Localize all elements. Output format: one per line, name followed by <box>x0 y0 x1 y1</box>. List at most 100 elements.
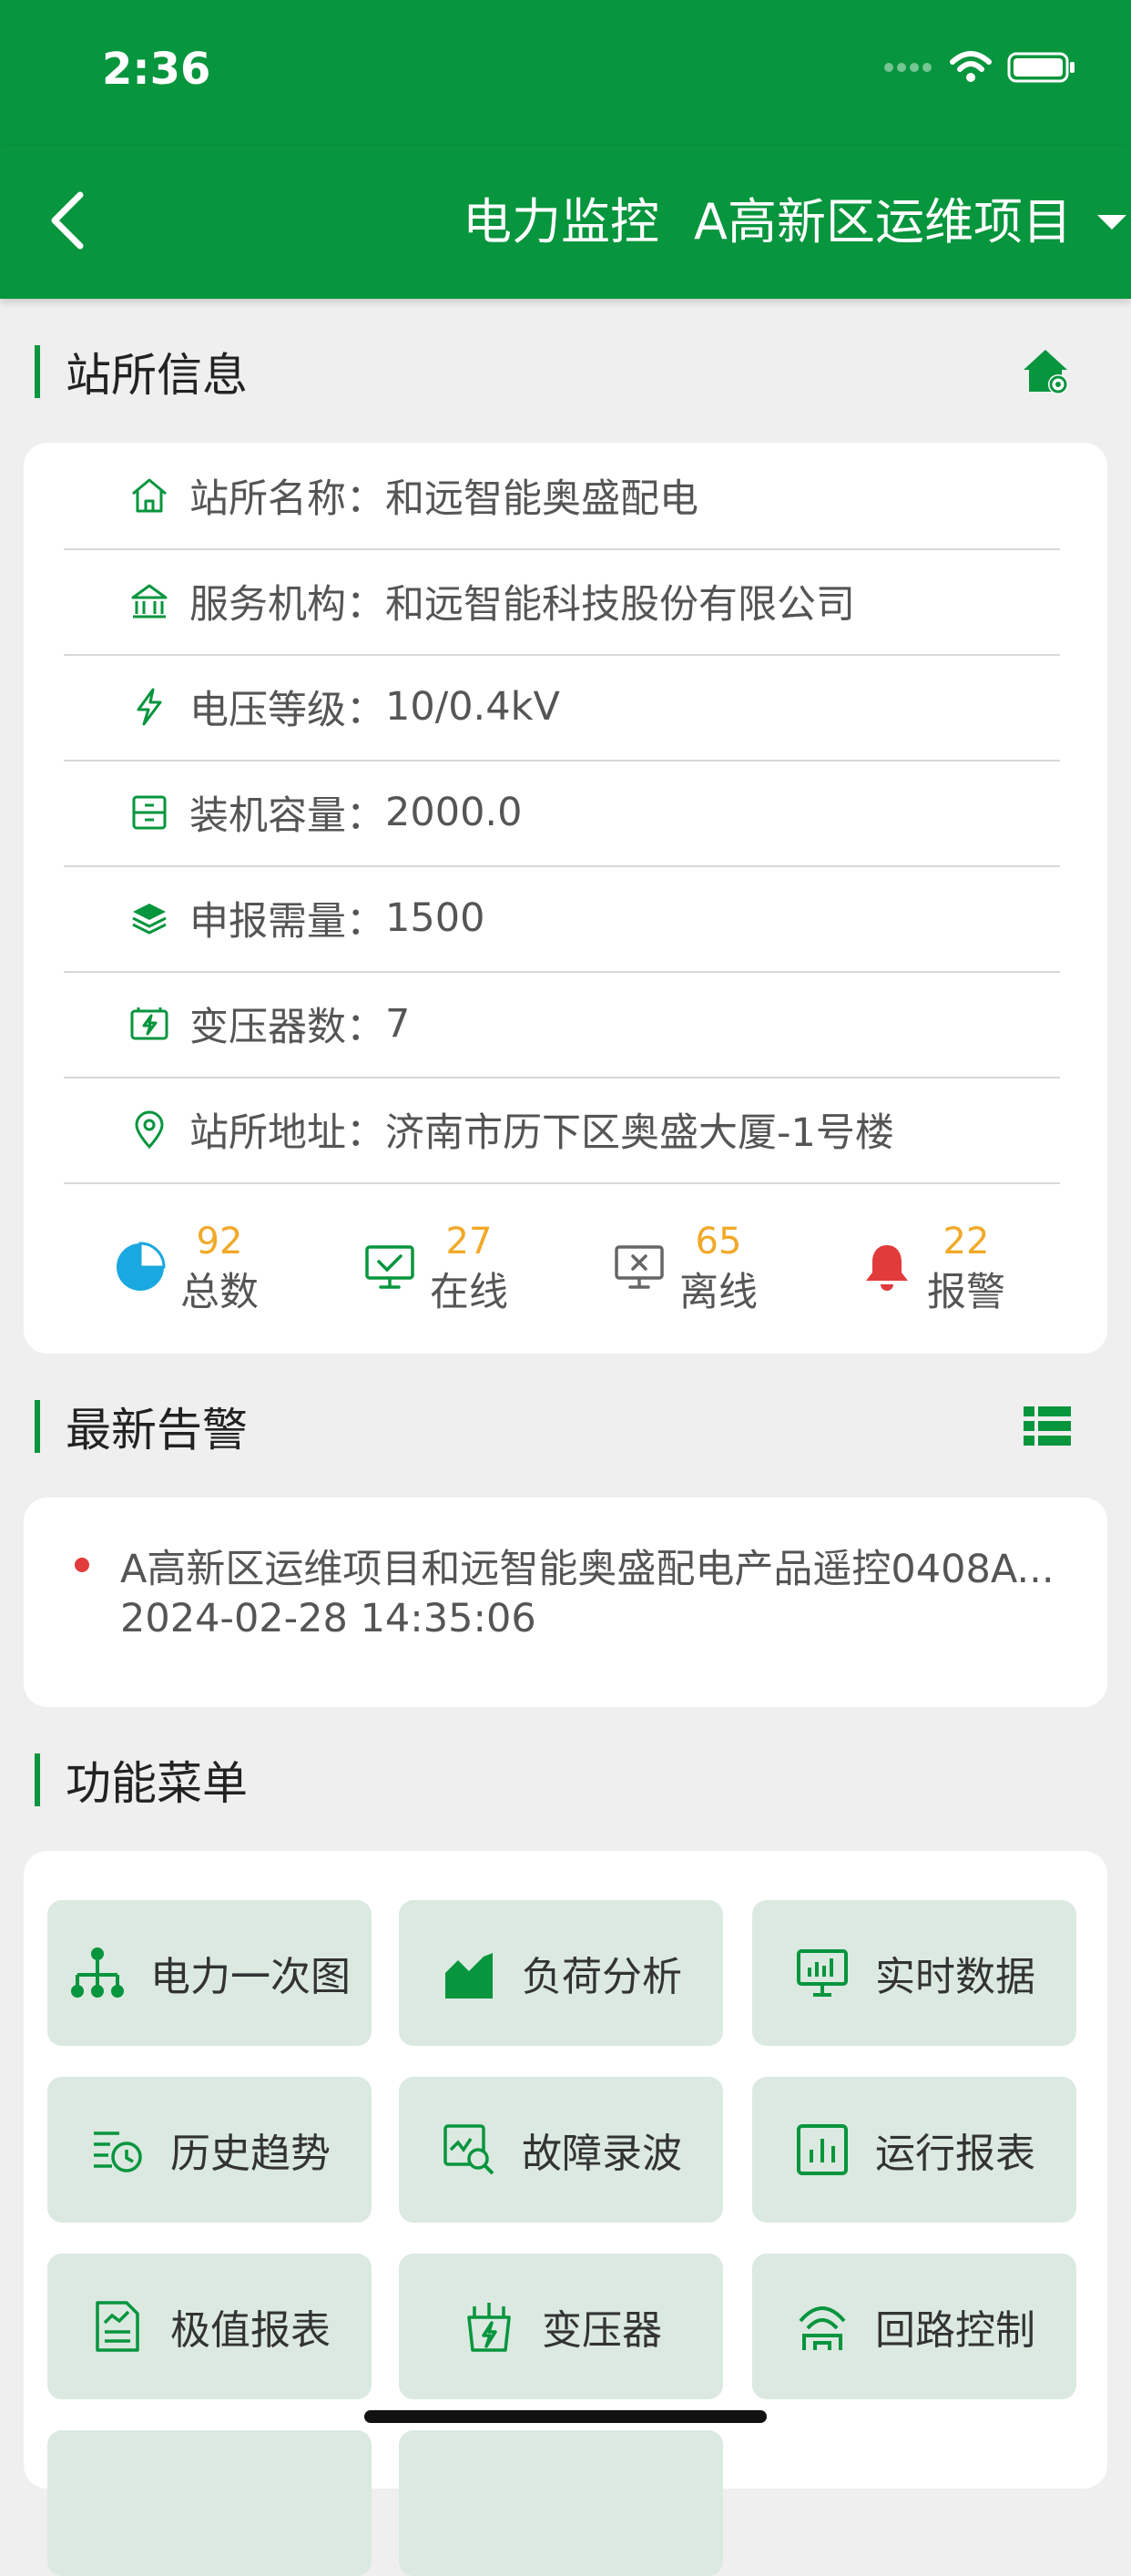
caret-down-icon <box>1096 215 1126 230</box>
section-accent-bar <box>35 1400 40 1453</box>
pie-icon <box>115 1242 166 1293</box>
stat-label: 离线 <box>679 1270 758 1315</box>
info-value: 济南市历下区奥盛大厦-1号楼 <box>385 1110 894 1156</box>
menu-single-line-diagram[interactable]: 电力一次图 <box>47 1900 372 2046</box>
battery-icon <box>127 1002 171 1046</box>
stat-value: 22 <box>942 1221 990 1262</box>
section-title: 最新告警 <box>66 1404 248 1457</box>
function-menu-card: 电力一次图 负荷分析 实时数据 历史趋势 故障录波 运行报表 极值报表 变压器 … <box>24 1851 1107 2576</box>
section-title: 站所信息 <box>66 349 248 402</box>
menu-label: 极值报表 <box>170 2307 331 2354</box>
section-accent-bar <box>35 1753 40 1806</box>
stat-total[interactable]: 92 总数 <box>115 1190 259 1344</box>
menu-section-header: 功能菜单 <box>35 1753 1096 1810</box>
info-label: 变压器数： <box>189 1005 385 1050</box>
house-icon <box>127 474 171 517</box>
stat-offline[interactable]: 65 离线 <box>614 1190 758 1344</box>
alarm-list-button[interactable] <box>1024 1399 1071 1454</box>
stat-value: 65 <box>695 1221 742 1262</box>
info-row-address: 站所地址： 济南市历下区奥盛大厦-1号楼 <box>64 1077 1060 1184</box>
stat-label: 报警 <box>927 1270 1005 1315</box>
hierarchy-icon <box>68 1944 127 2002</box>
menu-more-2[interactable] <box>399 2430 723 2576</box>
info-label: 装机容量： <box>189 793 385 839</box>
list-icon <box>1024 1406 1071 1446</box>
section-accent-bar <box>35 345 40 398</box>
menu-label: 故障录波 <box>522 2131 682 2177</box>
menu-load-analysis[interactable]: 负荷分析 <box>399 1900 723 2046</box>
info-row-organization: 服务机构： 和远智能科技股份有限公司 <box>64 548 1060 656</box>
info-label: 电压等级： <box>189 688 385 733</box>
menu-extreme-report[interactable]: 极值报表 <box>47 2254 372 2399</box>
chevron-left-icon <box>51 191 84 250</box>
info-row-capacity: 装机容量： 2000.0 <box>64 760 1060 867</box>
menu-transformer[interactable]: 变压器 <box>399 2254 723 2399</box>
battery-status-icon <box>1007 52 1075 83</box>
stat-value: 92 <box>196 1221 243 1262</box>
info-row-voltage: 电压等级： 10/0.4kV <box>64 654 1060 762</box>
info-label: 服务机构： <box>189 582 385 628</box>
menu-label: 电力一次图 <box>150 1954 351 2000</box>
report-icon <box>88 2297 147 2356</box>
lightning-icon <box>127 685 171 729</box>
monitor-x-icon <box>614 1242 665 1293</box>
home-settings-icon <box>1024 350 1068 394</box>
menu-realtime-data[interactable]: 实时数据 <box>752 1900 1076 2046</box>
stat-label: 总数 <box>180 1270 259 1315</box>
cabinet-icon <box>127 791 171 834</box>
status-time: 2:36 <box>102 44 211 95</box>
circuit-icon <box>793 2297 851 2356</box>
menu-label: 历史趋势 <box>170 2131 331 2177</box>
status-icons <box>883 51 1076 84</box>
latest-alarm-card[interactable]: A高新区运维项目和远智能奥盛配电产品遥控0408A... 2024-02-28 … <box>24 1498 1107 1707</box>
monitor-chart-icon <box>793 1944 851 2002</box>
home-indicator[interactable] <box>364 2410 767 2423</box>
section-title: 功能菜单 <box>66 1757 248 1810</box>
menu-more-1[interactable] <box>47 2430 372 2576</box>
info-label: 站所名称： <box>189 476 385 522</box>
menu-label: 实时数据 <box>875 1954 1035 2000</box>
info-value: 10/0.4kV <box>385 684 560 730</box>
back-button[interactable] <box>40 184 95 257</box>
menu-history-trend[interactable]: 历史趋势 <box>47 2077 372 2223</box>
status-bar: 2:36 <box>0 0 1131 146</box>
stat-value: 27 <box>445 1221 493 1262</box>
device-stats: 92 总数 27 在线 65 离线 22 报警 <box>24 1190 1107 1344</box>
menu-circuit-control[interactable]: 回路控制 <box>752 2254 1076 2399</box>
menu-fault-recording[interactable]: 故障录波 <box>399 2077 723 2223</box>
info-row-station-name: 站所名称： 和远智能奥盛配电 <box>64 443 1060 550</box>
info-value: 1500 <box>385 895 485 941</box>
alarm-time: 2024-02-28 14:35:06 <box>120 1596 536 1641</box>
signal-icon <box>884 63 932 72</box>
area-chart-icon <box>440 1944 498 2002</box>
page-title: 电力监控 <box>463 193 659 250</box>
menu-label: 回路控制 <box>875 2307 1035 2354</box>
location-pin-icon <box>127 1108 171 1151</box>
info-label: 申报需量： <box>189 899 385 945</box>
alarm-section-header: 最新告警 <box>35 1399 1096 1457</box>
monitor-check-icon <box>364 1242 415 1293</box>
info-value: 和远智能科技股份有限公司 <box>385 582 855 628</box>
alarm-dot <box>75 1558 89 1572</box>
menu-operation-report[interactable]: 运行报表 <box>752 2077 1076 2223</box>
nav-bar: 电力监控 A高新区运维项目 <box>0 146 1131 299</box>
info-value: 和远智能奥盛配电 <box>385 476 698 522</box>
info-row-transformers: 变压器数： 7 <box>64 971 1060 1078</box>
project-name: A高新区运维项目 <box>694 193 1072 250</box>
station-settings-button[interactable] <box>1020 344 1071 399</box>
stat-online[interactable]: 27 在线 <box>364 1190 508 1344</box>
alarm-message: A高新区运维项目和远智能奥盛配电产品遥控0408A... <box>120 1547 1055 1592</box>
menu-label: 变压器 <box>542 2307 662 2354</box>
stat-label: 在线 <box>430 1270 508 1315</box>
institution-icon <box>127 579 171 623</box>
info-value: 7 <box>385 1001 411 1047</box>
info-label: 站所地址： <box>189 1110 385 1156</box>
bar-report-icon <box>793 2121 851 2179</box>
info-row-demand: 申报需量： 1500 <box>64 865 1060 973</box>
project-selector[interactable]: A高新区运维项目 <box>694 186 1126 259</box>
wave-search-icon <box>440 2121 498 2179</box>
stat-alarm[interactable]: 22 报警 <box>861 1190 1005 1344</box>
layers-icon <box>127 896 171 940</box>
menu-label: 运行报表 <box>875 2131 1035 2177</box>
history-icon <box>88 2121 147 2179</box>
